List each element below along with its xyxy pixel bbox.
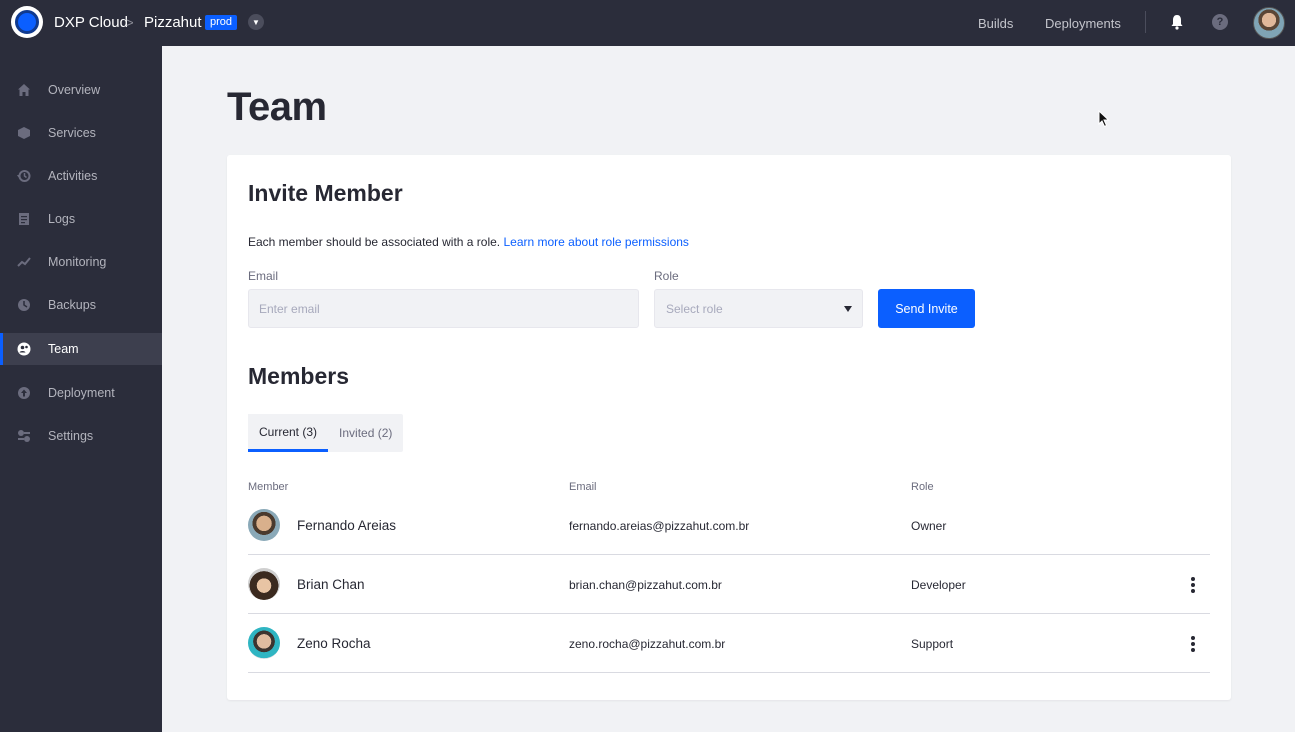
more-options-icon[interactable] <box>1184 576 1202 594</box>
sidebar-item-label: Logs <box>48 212 76 226</box>
history-icon <box>17 169 31 183</box>
avatar <box>248 509 280 541</box>
role-help-sentence: Each member should be associated with a … <box>248 235 501 249</box>
column-header-member: Member <box>248 481 289 493</box>
table-row: Fernando Areias fernando.areias@pizzahut… <box>248 496 1210 555</box>
sidebar-item-label: Monitoring <box>48 255 107 269</box>
avatar <box>248 627 280 659</box>
tab-current[interactable]: Current (3) <box>248 414 329 452</box>
sidebar-item-label: Deployment <box>48 386 115 400</box>
upload-icon <box>17 386 31 400</box>
column-header-email: Email <box>569 481 597 493</box>
member-name: Brian Chan <box>297 577 365 592</box>
chart-line-icon <box>17 255 31 269</box>
sidebar-item-label: Settings <box>48 429 94 443</box>
user-avatar[interactable] <box>1253 7 1285 39</box>
member-email: brian.chan@pizzahut.com.br <box>569 578 722 592</box>
member-name: Fernando Areias <box>297 518 397 533</box>
sidebar-item-label: Team <box>48 342 79 356</box>
table-row: Brian Chan brian.chan@pizzahut.com.br De… <box>248 555 1210 614</box>
member-email: zeno.rocha@pizzahut.com.br <box>569 637 726 651</box>
sidebar-item-overview[interactable]: Overview <box>0 74 162 106</box>
member-name: Zeno Rocha <box>297 636 371 651</box>
caret-down-icon <box>844 306 852 312</box>
sidebar-item-services[interactable]: Services <box>0 117 162 149</box>
send-invite-button[interactable]: Send Invite <box>878 289 975 328</box>
invite-member-heading: Invite Member <box>248 180 403 206</box>
environment-badge: prod <box>205 15 238 30</box>
sidebar-item-label: Activities <box>48 169 98 183</box>
role-select[interactable]: Select role <box>654 289 863 328</box>
role-help-text: Each member should be associated with a … <box>248 235 689 249</box>
sidebar-item-team[interactable]: Team <box>0 333 162 365</box>
dxp-cloud-logo-icon[interactable] <box>11 6 43 38</box>
settings-icon <box>17 429 31 443</box>
sidebar-item-settings[interactable]: Settings <box>0 420 162 452</box>
member-email: fernando.areias@pizzahut.com.br <box>569 519 750 533</box>
tab-invited[interactable]: Invited (2) <box>328 414 403 452</box>
project-name[interactable]: Pizzahut <box>144 14 202 31</box>
column-header-role: Role <box>911 481 934 493</box>
avatar <box>248 568 280 600</box>
home-icon <box>17 83 31 97</box>
team-icon <box>17 342 31 356</box>
sidebar-item-backups[interactable]: Backups <box>0 289 162 321</box>
top-navbar: DXP Cloud > Pizzahut prod ▼ Builds Deplo… <box>0 0 1295 46</box>
team-card: Invite Member Each member should be asso… <box>227 155 1231 700</box>
page-title: Team <box>227 85 327 129</box>
sidebar: Overview Services Activities Logs Monito… <box>0 46 162 732</box>
list-icon <box>17 212 31 226</box>
email-input[interactable] <box>248 289 639 328</box>
table-row: Zeno Rocha zeno.rocha@pizzahut.com.br Su… <box>248 614 1210 673</box>
sidebar-item-label: Services <box>48 126 96 140</box>
sidebar-item-logs[interactable]: Logs <box>0 203 162 235</box>
role-select-placeholder: Select role <box>666 301 723 316</box>
member-role: Developer <box>911 578 966 592</box>
sidebar-item-activities[interactable]: Activities <box>0 160 162 192</box>
environment-dropdown-chevron-icon[interactable]: ▼ <box>248 14 264 30</box>
members-heading: Members <box>248 363 349 389</box>
breadcrumb-chevron-icon: > <box>126 15 134 30</box>
sidebar-item-monitoring[interactable]: Monitoring <box>0 246 162 278</box>
mouse-cursor-icon <box>1098 110 1110 128</box>
more-options-icon[interactable] <box>1184 635 1202 653</box>
sidebar-item-label: Backups <box>48 298 96 312</box>
members-tabs: Current (3) Invited (2) <box>248 414 404 452</box>
sidebar-item-deployment[interactable]: Deployment <box>0 377 162 409</box>
email-label: Email <box>248 269 279 283</box>
notifications-bell-icon[interactable] <box>1170 14 1184 30</box>
backup-icon <box>17 298 31 312</box>
builds-link[interactable]: Builds <box>978 16 1013 31</box>
topbar-divider <box>1145 11 1146 33</box>
deployments-link[interactable]: Deployments <box>1045 16 1121 31</box>
role-permissions-link[interactable]: Learn more about role permissions <box>503 235 688 249</box>
brand-name[interactable]: DXP Cloud <box>54 14 128 31</box>
sidebar-item-label: Overview <box>48 83 101 97</box>
role-label: Role <box>654 269 679 283</box>
member-role: Owner <box>911 519 947 533</box>
member-role: Support <box>911 637 954 651</box>
help-icon[interactable]: ? <box>1212 14 1228 30</box>
cube-icon <box>17 126 31 140</box>
